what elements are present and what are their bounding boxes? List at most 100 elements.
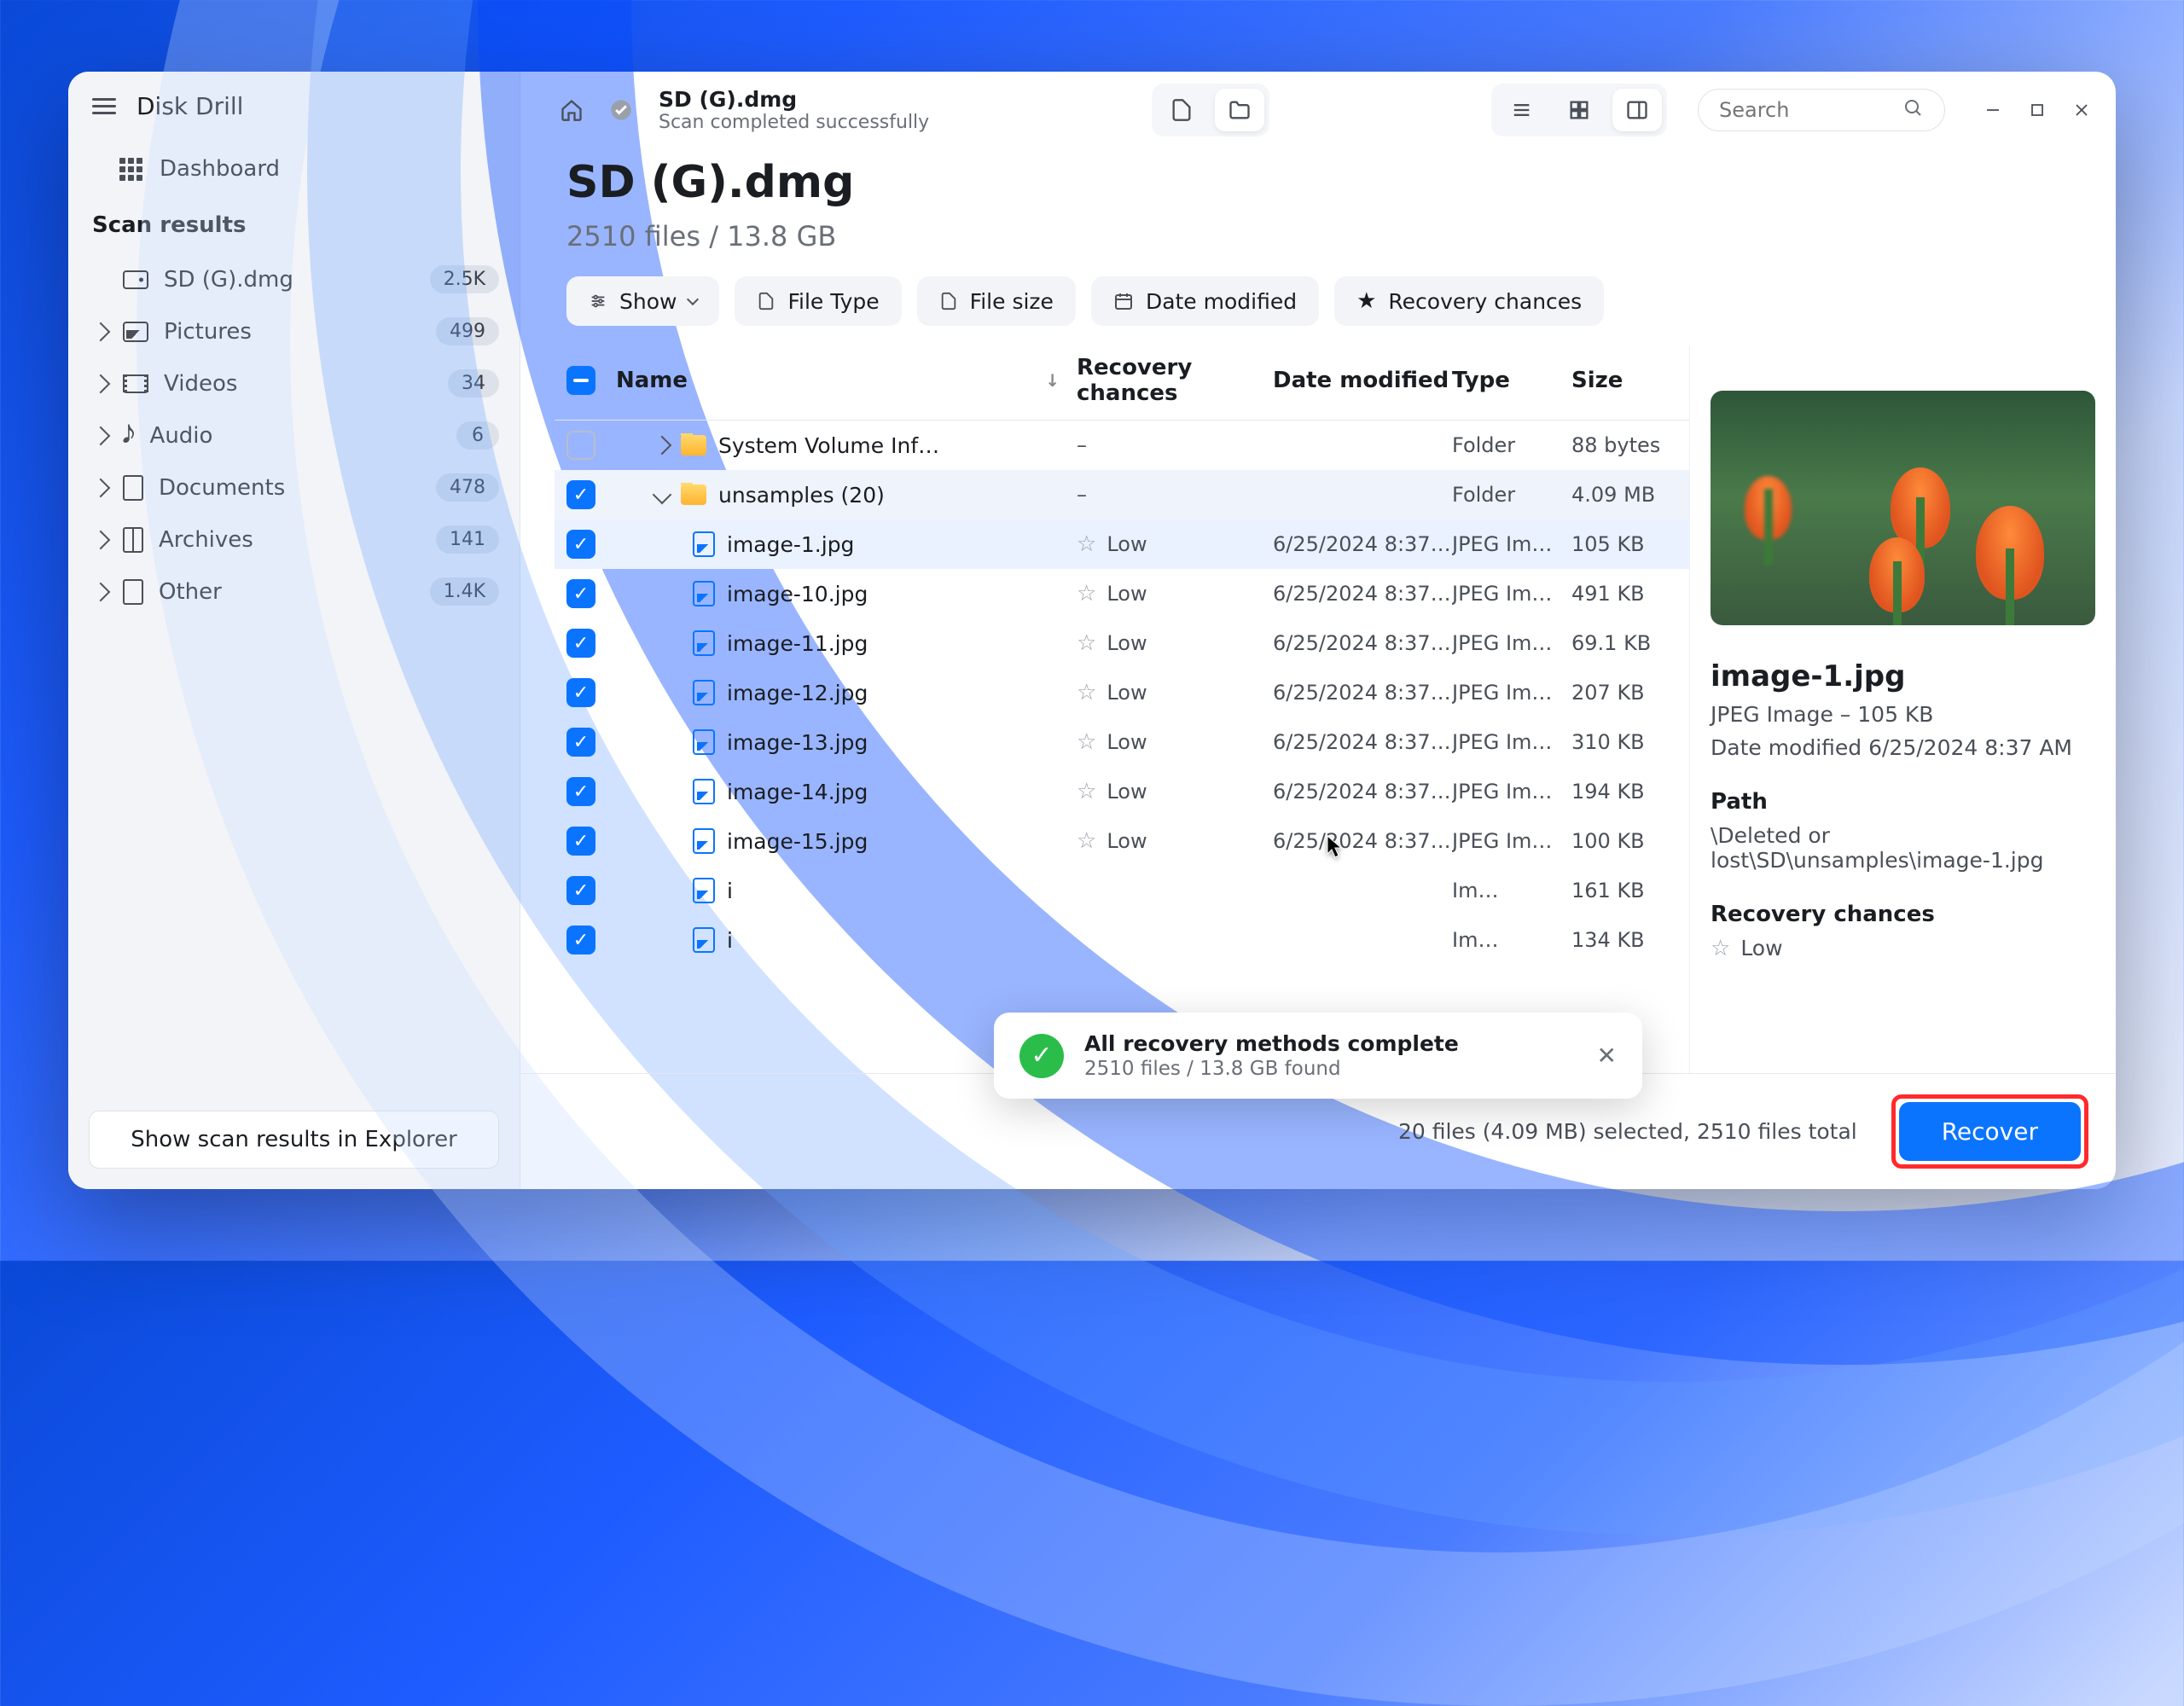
size-cell: 100 KB <box>1571 829 1682 853</box>
name-cell: unsamples (20) <box>616 483 1077 508</box>
search-icon <box>1903 98 1924 122</box>
row-checkbox[interactable]: ✓ <box>566 926 595 955</box>
recovery-cell: – <box>1077 483 1273 507</box>
list-view-icon[interactable] <box>1496 89 1546 131</box>
file-name: System Volume Inf… <box>718 433 939 458</box>
expand-icon[interactable] <box>653 485 672 505</box>
table-row[interactable]: ✓image-15.jpg☆Low6/25/2024 8:37 A…JPEG I… <box>555 816 1689 866</box>
detail-panel: image-1.jpg JPEG Image – 105 KB Date mod… <box>1689 346 2116 1073</box>
grid-icon <box>119 158 142 181</box>
table-row[interactable]: ✓iIm…161 KB <box>555 866 1689 915</box>
row-checkbox[interactable]: ✓ <box>566 480 595 509</box>
table-row[interactable]: ✓image-14.jpg☆Low6/25/2024 8:37 A…JPEG I… <box>555 767 1689 816</box>
row-checkbox[interactable]: ✓ <box>566 728 595 757</box>
image-file-icon <box>693 927 715 953</box>
header-subtitle: Scan completed successfully <box>659 112 929 133</box>
file-name: image-13.jpg <box>727 730 868 755</box>
chevron-right-icon <box>91 478 111 497</box>
recovery-cell: ☆Low <box>1077 630 1273 656</box>
table-row[interactable]: ✓image-1.jpg☆Low6/25/2024 8:37 A…JPEG Im… <box>555 519 1689 569</box>
search-box[interactable] <box>1698 89 1945 131</box>
col-size[interactable]: Size <box>1571 368 1682 393</box>
image-file-icon <box>693 878 715 903</box>
type-cell: JPEG Im… <box>1452 532 1571 556</box>
name-cell: image-13.jpg <box>616 729 1077 755</box>
menu-icon[interactable] <box>92 98 116 114</box>
filesize-filter[interactable]: File size <box>917 276 1076 326</box>
type-cell: Folder <box>1452 483 1571 507</box>
pic-icon <box>123 322 148 342</box>
row-checkbox[interactable]: ✓ <box>566 629 595 658</box>
layout-toolbar <box>1491 84 1667 136</box>
name-cell: image-12.jpg <box>616 680 1077 705</box>
table-row[interactable]: ✓image-13.jpg☆Low6/25/2024 8:37 A…JPEG I… <box>555 717 1689 767</box>
close-button[interactable] <box>2065 93 2099 127</box>
datemod-filter[interactable]: Date modified <box>1091 276 1319 326</box>
selection-status: 20 files (4.09 MB) selected, 2510 files … <box>1398 1119 1857 1144</box>
col-date[interactable]: Date modified <box>1273 368 1452 393</box>
file-name: image-15.jpg <box>727 829 868 854</box>
page-stats: 2510 files / 13.8 GB <box>566 220 2082 252</box>
detail-path-heading: Path <box>1711 789 2095 815</box>
name-cell: image-10.jpg <box>616 581 1077 606</box>
type-cell: JPEG Im… <box>1452 780 1571 804</box>
toast: ✓ All recovery methods complete 2510 fil… <box>994 1013 1642 1099</box>
chevron-down-icon <box>687 293 699 305</box>
star-icon: ☆ <box>1077 630 1096 656</box>
status-check-icon <box>604 93 638 127</box>
table-row[interactable]: ✓image-12.jpg☆Low6/25/2024 8:37 A…JPEG I… <box>555 668 1689 717</box>
image-file-icon <box>693 828 715 854</box>
grid-view-icon[interactable] <box>1554 89 1604 131</box>
detail-rc: ☆Low <box>1711 936 2095 961</box>
recovery-cell: ☆Low <box>1077 531 1273 557</box>
row-checkbox[interactable]: ✓ <box>566 876 595 905</box>
split-view-icon[interactable] <box>1612 89 1662 131</box>
table-header: Name↓ Recovery chances Date modified Typ… <box>555 346 1689 421</box>
row-checkbox[interactable]: ✓ <box>566 827 595 856</box>
view-folder-icon[interactable] <box>1215 89 1264 131</box>
table-row[interactable]: ✓image-11.jpg☆Low6/25/2024 8:37 A…JPEG I… <box>555 618 1689 668</box>
table-row[interactable]: ✓image-10.jpg☆Low6/25/2024 8:37 A…JPEG I… <box>555 569 1689 618</box>
recover-button[interactable]: Recover <box>1899 1102 2081 1161</box>
table-row[interactable]: ✓unsamples (20)–Folder4.09 MB <box>555 470 1689 519</box>
maximize-button[interactable] <box>2020 93 2054 127</box>
file-name: image-1.jpg <box>727 532 854 557</box>
expand-icon[interactable] <box>653 436 672 456</box>
toast-close-icon[interactable]: ✕ <box>1597 1042 1617 1070</box>
image-file-icon <box>693 680 715 705</box>
col-name[interactable]: Name↓ <box>616 368 1077 393</box>
home-icon[interactable] <box>555 93 589 127</box>
name-cell: image-1.jpg <box>616 531 1077 557</box>
recovery-cell: ☆Low <box>1077 680 1273 705</box>
date-cell: 6/25/2024 8:37 A… <box>1273 582 1452 606</box>
size-cell: 207 KB <box>1571 681 1682 705</box>
view-file-icon[interactable] <box>1157 89 1206 131</box>
select-all-checkbox[interactable] <box>566 366 595 395</box>
table-row[interactable]: ✓iIm…134 KB <box>555 915 1689 965</box>
minimize-button[interactable] <box>1976 93 2010 127</box>
search-input[interactable] <box>1719 98 1903 122</box>
col-type[interactable]: Type <box>1452 368 1571 393</box>
size-cell: 88 bytes <box>1571 433 1682 457</box>
row-checkbox[interactable]: ✓ <box>566 579 595 608</box>
filetype-filter[interactable]: File Type <box>735 276 901 326</box>
recovery-filter[interactable]: ★Recovery chances <box>1334 276 1604 326</box>
file-table: Name↓ Recovery chances Date modified Typ… <box>555 346 1689 1073</box>
main-panel: SD (G).dmg Scan completed successfully <box>520 72 2116 1189</box>
popout-icon[interactable] <box>2071 346 2095 347</box>
date-cell: 6/25/2024 8:37 A… <box>1273 829 1452 853</box>
size-cell: 161 KB <box>1571 879 1682 902</box>
row-checkbox[interactable] <box>566 431 595 460</box>
show-filter[interactable]: Show <box>566 276 719 326</box>
star-icon: ☆ <box>1711 936 1730 961</box>
table-row[interactable]: System Volume Inf…–Folder88 bytes <box>555 421 1689 470</box>
type-cell: Im… <box>1452 879 1571 902</box>
row-checkbox[interactable]: ✓ <box>566 678 595 707</box>
name-cell: i <box>616 927 1077 953</box>
col-recovery[interactable]: Recovery chances <box>1077 355 1273 406</box>
audio-icon: 𝅘𝅥𝅮 <box>123 422 135 449</box>
type-cell: Folder <box>1452 433 1571 457</box>
name-cell: image-11.jpg <box>616 630 1077 656</box>
row-checkbox[interactable]: ✓ <box>566 530 595 559</box>
row-checkbox[interactable]: ✓ <box>566 777 595 806</box>
